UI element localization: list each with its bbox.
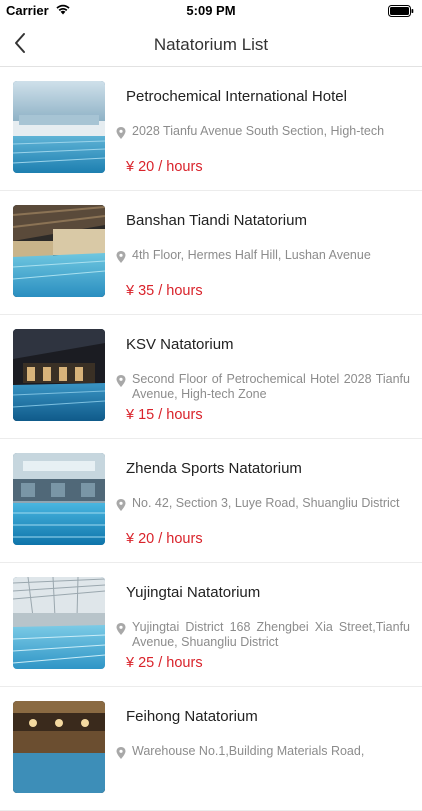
list-item[interactable]: Banshan Tiandi Natatorium 4th Floor, Her… <box>0 191 422 315</box>
address-row: Yujingtai District 168 Zhengbei Xia Stre… <box>116 620 410 650</box>
natatorium-list: Petrochemical International Hotel 2028 T… <box>0 67 422 811</box>
pool-thumbnail <box>13 81 105 173</box>
pool-thumbnail <box>13 205 105 297</box>
pool-thumbnail <box>13 453 105 545</box>
item-price: ¥ 15 / hours <box>126 407 203 423</box>
item-address: 4th Floor, Hermes Half Hill, Lushan Aven… <box>132 248 371 262</box>
item-price: ¥ 35 / hours <box>126 283 203 299</box>
pool-thumbnail <box>13 329 105 421</box>
location-pin-icon <box>116 746 126 759</box>
item-title: Banshan Tiandi Natatorium <box>126 212 307 229</box>
item-price: ¥ 20 / hours <box>126 531 203 547</box>
address-row: 2028 Tianfu Avenue South Section, High-t… <box>116 124 410 139</box>
list-item[interactable]: Petrochemical International Hotel 2028 T… <box>0 67 422 191</box>
list-item[interactable]: Feihong Natatorium Warehouse No.1,Buildi… <box>0 687 422 811</box>
item-address: Yujingtai District 168 Zhengbei Xia Stre… <box>132 620 410 649</box>
list-item[interactable]: Zhenda Sports Natatorium No. 42, Section… <box>0 439 422 563</box>
item-address: Second Floor of Petrochemical Hotel 2028… <box>132 372 410 401</box>
location-pin-icon <box>116 126 126 139</box>
item-title: Yujingtai Natatorium <box>126 584 261 601</box>
location-pin-icon <box>116 374 126 387</box>
item-title: Feihong Natatorium <box>126 708 258 725</box>
item-price: ¥ 25 / hours <box>126 655 203 671</box>
pool-thumbnail <box>13 577 105 669</box>
address-row: Second Floor of Petrochemical Hotel 2028… <box>116 372 410 402</box>
list-item[interactable]: KSV Natatorium Second Floor of Petrochem… <box>0 315 422 439</box>
item-title: Zhenda Sports Natatorium <box>126 460 302 477</box>
page-title: Natatorium List <box>153 35 269 54</box>
status-time: 5:09 PM <box>186 3 236 18</box>
location-pin-icon <box>116 498 126 511</box>
list-item[interactable]: Yujingtai Natatorium Yujingtai District … <box>0 563 422 687</box>
address-row: 4th Floor, Hermes Half Hill, Lushan Aven… <box>116 248 410 263</box>
location-pin-icon <box>116 250 126 263</box>
item-title: Petrochemical International Hotel <box>126 88 347 105</box>
item-address: 2028 Tianfu Avenue South Section, High-t… <box>132 124 385 138</box>
pool-thumbnail <box>13 701 105 793</box>
item-title: KSV Natatorium <box>126 336 234 353</box>
nav-bar: Natatorium List <box>0 22 422 67</box>
address-row: Warehouse No.1,Building Materials Road, <box>116 744 410 759</box>
item-address: Warehouse No.1,Building Materials Road, <box>132 744 365 758</box>
item-address: No. 42, Section 3, Luye Road, Shuangliu … <box>132 496 400 510</box>
item-price: ¥ 20 / hours <box>126 159 203 175</box>
battery-icon <box>388 4 414 22</box>
location-pin-icon <box>116 622 126 635</box>
status-bar: Carrier 5:09 PM <box>0 0 422 22</box>
address-row: No. 42, Section 3, Luye Road, Shuangliu … <box>116 496 410 511</box>
